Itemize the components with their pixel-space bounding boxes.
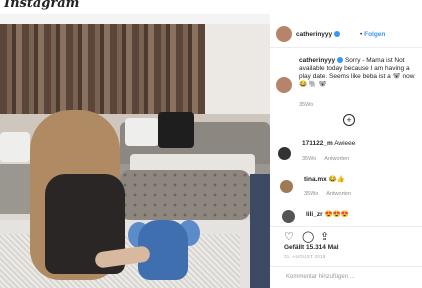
follow-button[interactable]: • Folgen [360,31,385,38]
comment-meta: 35Wo Antworten [302,156,349,162]
commenter-avatar[interactable] [280,180,293,193]
actions-divider [270,226,422,227]
commenter-avatar[interactable] [278,147,291,160]
plus-circle-icon[interactable]: + [343,114,355,126]
comment-text: lili_zr 😍😍😍 [306,210,349,218]
cushion [125,118,159,146]
comment-text: tina.mx 😂👍 [304,175,345,183]
comment-username[interactable]: tina.mx [304,176,327,183]
header-divider [270,47,422,48]
caption-username[interactable]: catherinyyy [299,57,335,64]
caption-time: 35Wo [299,102,314,108]
follow-label: Folgen [364,31,386,38]
comment-body: Awieee [334,140,356,147]
post-date: 31. AUGUST 2018 [284,254,326,259]
comment-body: 😍😍😍 [324,211,349,218]
comment-meta: 35Wo Antworten [304,191,351,197]
comment-username[interactable]: lili_zr [306,211,323,218]
comment-time: 35Wo [304,191,319,197]
verified-badge-icon [337,57,344,64]
instagram-logo[interactable]: Instagram [4,0,79,11]
top-bar: Instagram [0,0,422,14]
comment-text: 171122_m Awieee [302,140,355,147]
cushion [158,112,194,148]
reply-button[interactable]: Antworten [324,156,349,162]
post-image[interactable] [0,24,270,288]
comment-box-divider [270,266,422,267]
author-avatar[interactable] [276,26,292,42]
comment-username[interactable]: 171122_m [302,140,333,147]
post-caption: catherinyyy Sorry - Mama ist Not availab… [299,57,417,89]
comment-time: 35Wo [302,156,317,162]
post-side-panel: catherinyyy • Folgen catherinyyy Sorry -… [270,14,422,288]
post-photo [0,24,270,288]
author-username[interactable]: catherinyyy [296,31,341,38]
comment-icon[interactable]: ◯ [302,231,314,243]
verified-badge-icon [334,31,341,38]
commenter-avatar[interactable] [282,210,295,223]
caption-avatar[interactable] [276,77,292,93]
reply-button[interactable]: Antworten [326,191,351,197]
person-leg [250,174,270,288]
author-username-text: catherinyyy [296,31,333,38]
comment-body: 😂👍 [328,176,345,183]
tufted-ottoman [120,170,250,220]
cushion [0,132,30,162]
share-icon[interactable]: ⇪ [320,231,329,243]
add-comment-input[interactable]: Kommentar hinzufügen ... [286,274,355,280]
likes-count[interactable]: Gefällt 15.314 Mal [284,244,339,251]
heart-icon[interactable]: ♡ [284,231,294,243]
